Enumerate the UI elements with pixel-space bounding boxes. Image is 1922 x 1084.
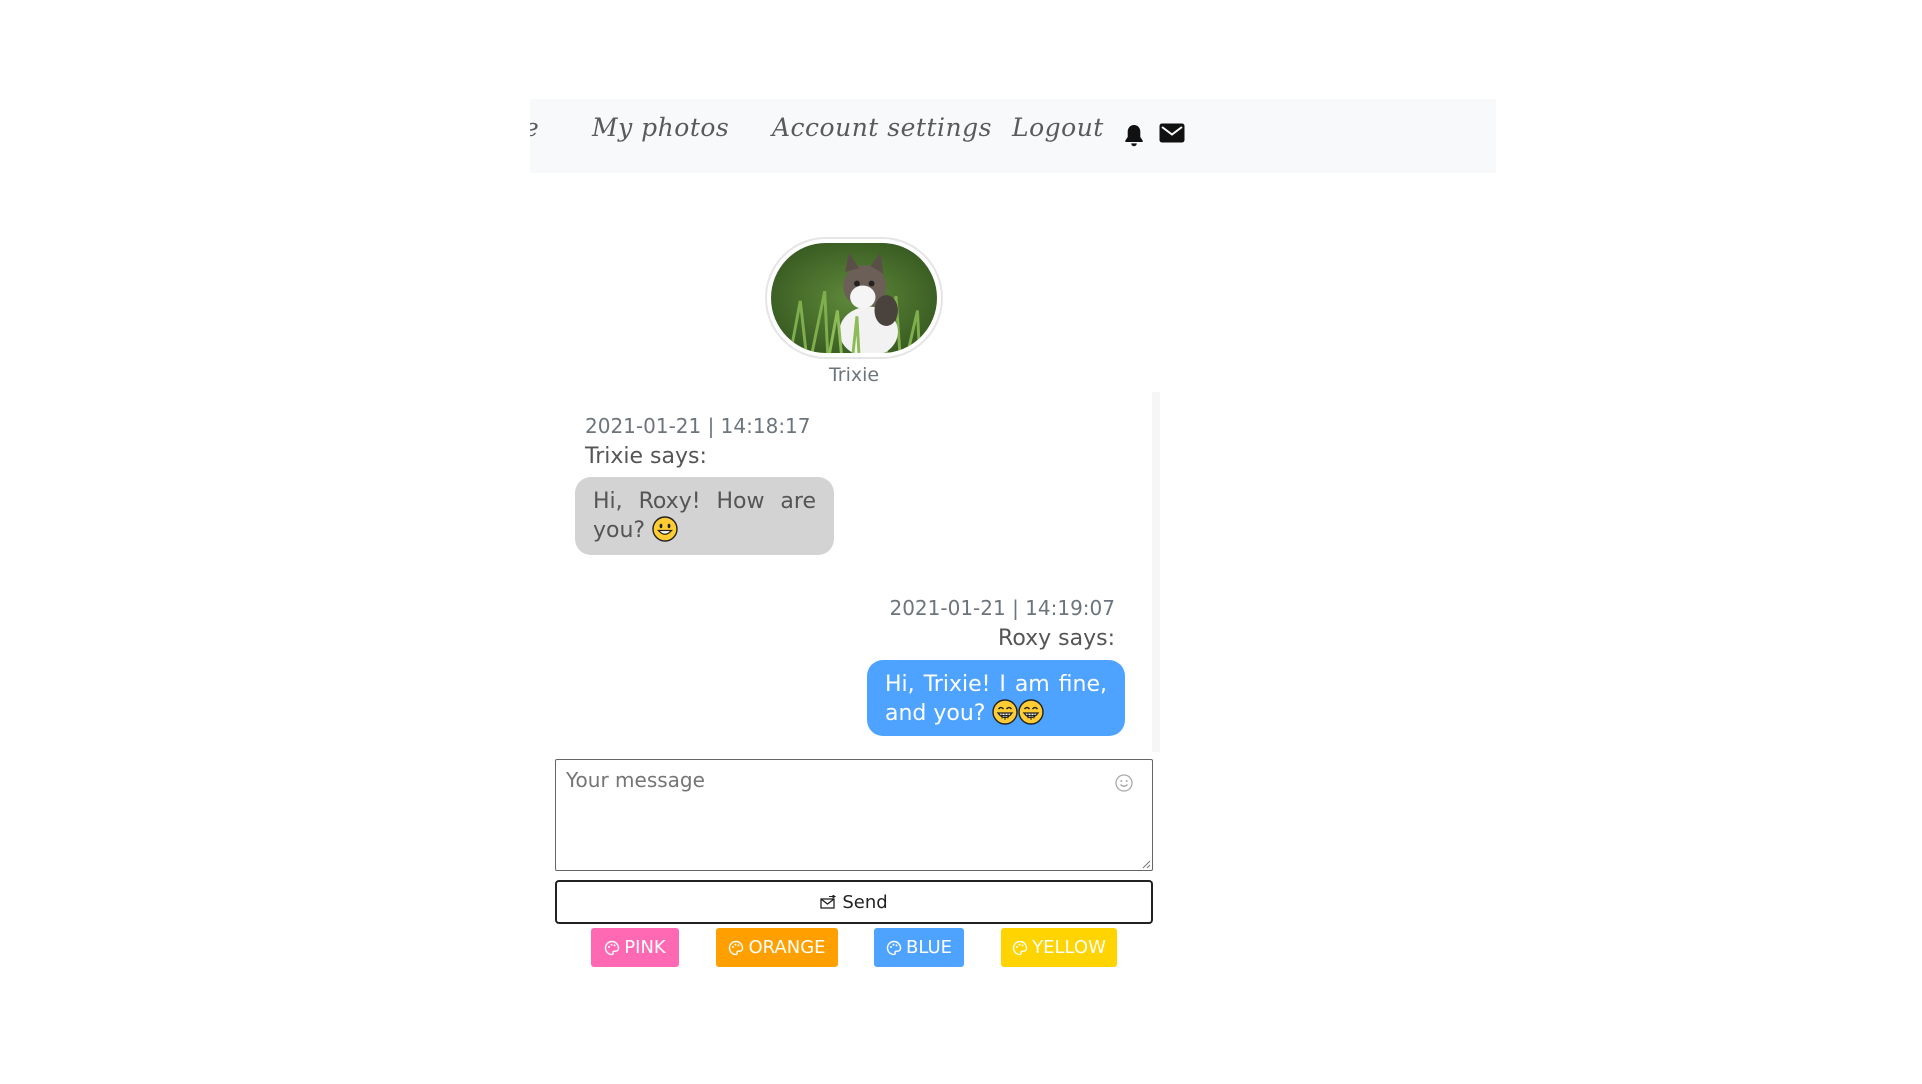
- bell-icon[interactable]: [1123, 123, 1145, 147]
- message-input[interactable]: [555, 759, 1153, 871]
- textarea-resize-handle[interactable]: [1141, 859, 1151, 869]
- nav-account-settings[interactable]: Account settings: [772, 113, 992, 142]
- chat-history[interactable]: 2021-01-21 | 14:18:17 Trixie says: Hi, R…: [555, 392, 1160, 752]
- message-bubble-received: Hi, Roxy! How are you?: [575, 477, 834, 555]
- theme-yellow-button[interactable]: YELLOW: [1001, 928, 1117, 967]
- message-sender: Roxy says:: [998, 626, 1115, 651]
- send-button[interactable]: Send: [555, 880, 1153, 924]
- message-sender: Trixie says:: [585, 444, 707, 469]
- palette-icon: [604, 940, 620, 956]
- nav-logout[interactable]: Logout: [1012, 113, 1104, 142]
- theme-button-label: PINK: [624, 937, 666, 958]
- theme-button-label: ORANGE: [748, 937, 826, 958]
- palette-icon: [728, 940, 744, 956]
- nav-item-cut-off[interactable]: e: [530, 113, 539, 142]
- profile-avatar-frame[interactable]: [765, 237, 943, 359]
- palette-icon: [886, 940, 902, 956]
- palette-icon: [1012, 940, 1028, 956]
- emoji-picker-icon[interactable]: [1114, 773, 1134, 793]
- top-navbar: e My photos Account settings Logout: [530, 99, 1496, 173]
- nav-my-photos[interactable]: My photos: [592, 113, 729, 142]
- grinning-face-smiling-eyes-emoji-icon: [1018, 699, 1045, 725]
- theme-pink-button[interactable]: PINK: [591, 928, 679, 967]
- theme-orange-button[interactable]: ORANGE: [716, 928, 838, 967]
- profile-name: Trixie: [828, 364, 880, 386]
- message-timestamp: 2021-01-21 | 14:19:07: [889, 596, 1115, 620]
- envelope-send-icon: [820, 895, 837, 909]
- theme-button-label: BLUE: [905, 937, 953, 958]
- message-bubble-sent: Hi, Trixie! I am fine, and you?: [867, 660, 1125, 736]
- theme-button-label: YELLOW: [1032, 937, 1106, 958]
- envelope-icon[interactable]: [1159, 123, 1185, 143]
- grinning-face-smiling-eyes-emoji-icon: [992, 699, 1019, 725]
- message-timestamp: 2021-01-21 | 14:18:17: [585, 414, 811, 438]
- message-text: Hi, Roxy! How are you?: [593, 489, 816, 543]
- send-button-label: Send: [842, 891, 888, 913]
- cat-avatar-photo: [771, 243, 937, 353]
- theme-blue-button[interactable]: BLUE: [874, 928, 964, 967]
- grinning-face-emoji-icon: [652, 516, 678, 542]
